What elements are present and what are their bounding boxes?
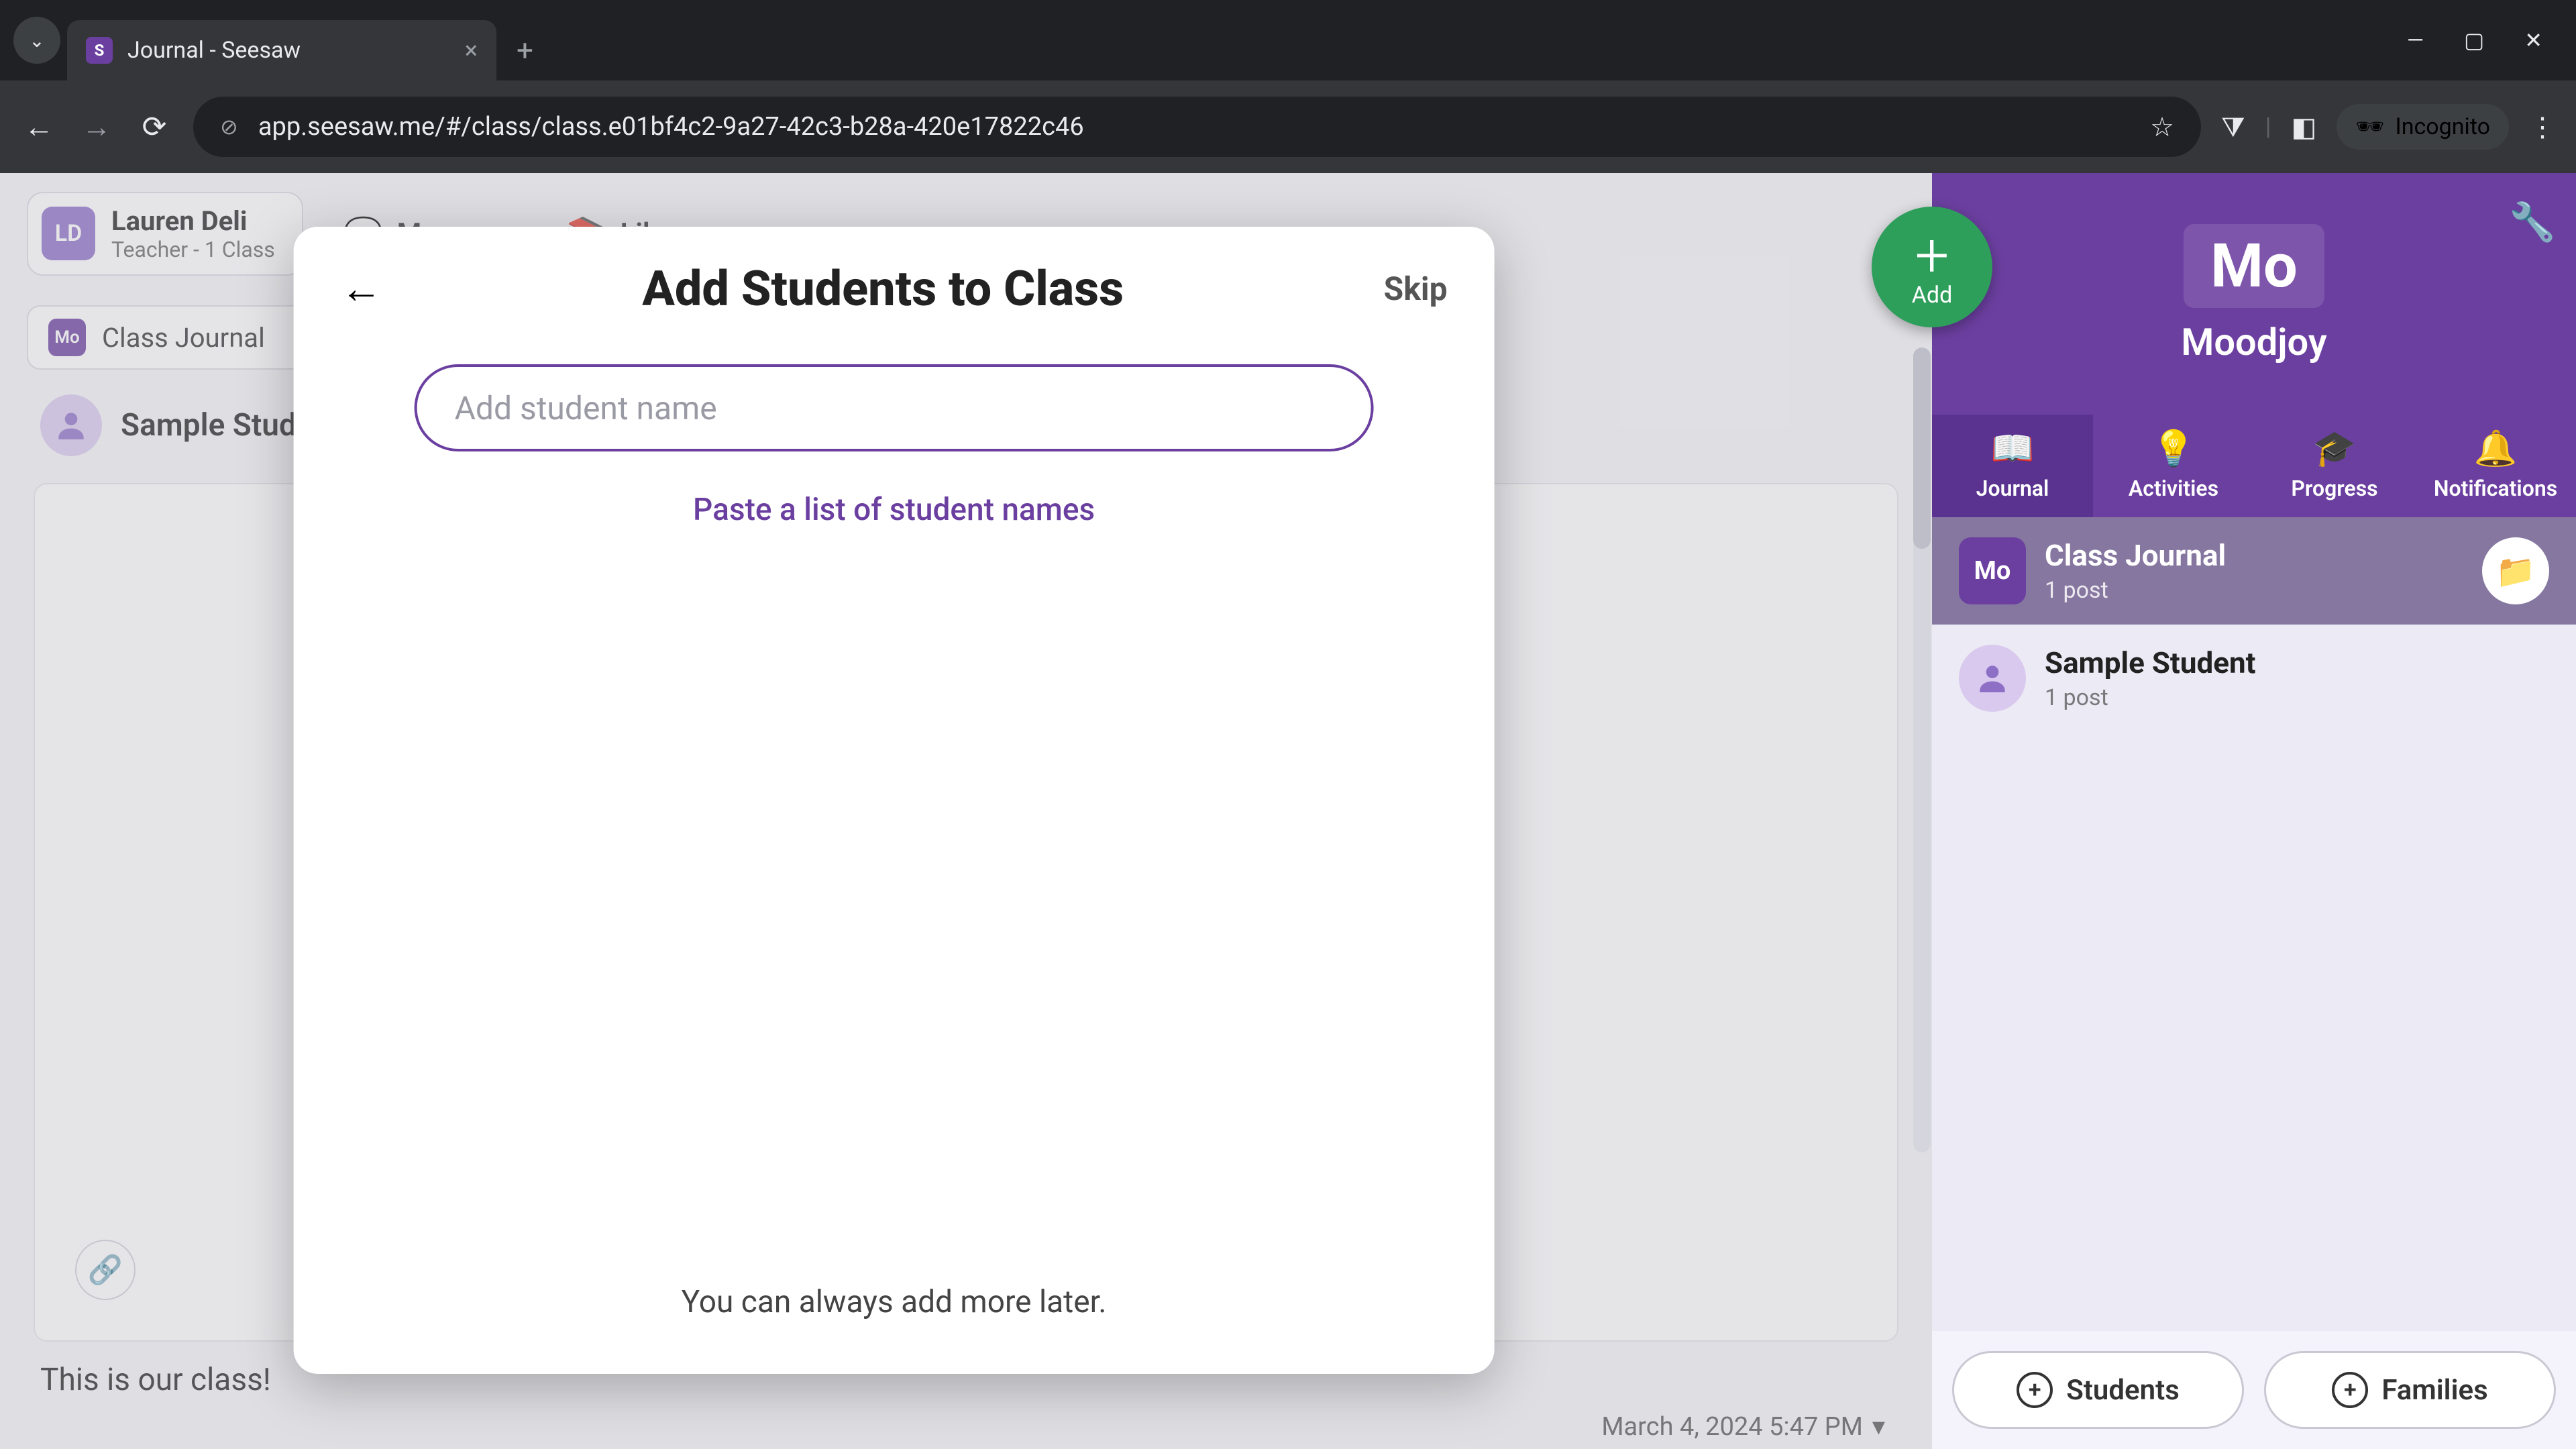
kebab-menu-icon[interactable]: ⋮ — [2529, 111, 2556, 143]
new-tab-button[interactable]: + — [517, 33, 533, 68]
side-panel-icon[interactable]: ◧ — [2292, 111, 2317, 143]
right-sidebar: + Add 🔧 Mo Moodjoy 📖 Journal 💡 Activitie… — [1932, 173, 2576, 1449]
add-button[interactable]: + Add — [1872, 207, 1992, 327]
tab-bar: ⌄ S Journal - Seesaw × + ― ▢ ✕ — [0, 0, 2576, 80]
sidebar-tabs: 📖 Journal 💡 Activities 🎓 Progress 🔔 Noti… — [1932, 415, 2576, 517]
settings-wrench-icon[interactable]: 🔧 — [2509, 200, 2556, 244]
families-button[interactable]: + Families — [2264, 1351, 2556, 1429]
maximize-icon[interactable]: ▢ — [2464, 28, 2484, 53]
tab-progress[interactable]: 🎓 Progress — [2254, 415, 2415, 517]
tab-activities[interactable]: 💡 Activities — [2093, 415, 2254, 517]
student-name-field-wrap — [415, 364, 1374, 451]
url-text: app.seesaw.me/#/class/class.e01bf4c2-9a2… — [258, 112, 2130, 142]
folder-icon[interactable]: 📁 — [2482, 537, 2549, 604]
address-bar: ← → ⟳ ⊘ app.seesaw.me/#/class/class.e01b… — [0, 80, 2576, 173]
paste-list-link[interactable]: Paste a list of student names — [341, 492, 1448, 528]
plus-circle-icon: + — [2017, 1372, 2053, 1408]
button-label: Families — [2381, 1374, 2487, 1407]
students-button[interactable]: + Students — [1952, 1351, 2244, 1429]
favicon-letter: S — [95, 41, 105, 60]
add-students-modal: ← Add Students to Class Skip Paste a lis… — [294, 227, 1495, 1374]
bookmark-star-icon[interactable]: ☆ — [2150, 111, 2174, 143]
tab-label: Journal — [1976, 476, 2049, 501]
student-avatar-icon — [1959, 645, 2026, 712]
modal-footer-note: You can always add more later. — [341, 1284, 1448, 1340]
back-arrow-icon[interactable]: ← — [341, 264, 382, 313]
plus-icon: + — [1915, 225, 1949, 286]
class-header: + Add 🔧 Mo Moodjoy — [1932, 173, 2576, 415]
forward-button[interactable]: → — [78, 109, 115, 144]
class-badge-icon: Mo — [1959, 537, 2026, 604]
sidebar-item-texts: Class Journal 1 post — [2045, 538, 2463, 604]
badge-text: Mo — [1974, 556, 2011, 586]
tab-label: Activities — [2129, 476, 2218, 501]
favicon-icon: S — [86, 37, 113, 64]
browser-chrome: ⌄ S Journal - Seesaw × + ― ▢ ✕ ← → ⟳ ⊘ a… — [0, 0, 2576, 173]
incognito-icon: 🕶 — [2355, 113, 2384, 140]
tab-label: Notifications — [2434, 476, 2557, 501]
tab-label: Progress — [2291, 476, 2377, 501]
plus-circle-icon: + — [2332, 1372, 2368, 1408]
sidebar-item-sub: 1 post — [2045, 577, 2463, 604]
minimize-icon[interactable]: ― — [2407, 28, 2424, 53]
journal-icon: 📖 — [1991, 428, 2035, 469]
lightbulb-icon: 💡 — [2152, 428, 2196, 469]
tab-search-dropdown[interactable]: ⌄ — [13, 17, 60, 64]
class-avatar-badge[interactable]: Mo — [2184, 224, 2324, 308]
incognito-label: Incognito — [2395, 113, 2490, 140]
graduation-cap-icon: 🎓 — [2313, 428, 2357, 469]
back-button[interactable]: ← — [20, 109, 58, 144]
separator: | — [2265, 113, 2271, 141]
close-window-icon[interactable]: ✕ — [2524, 28, 2542, 53]
url-box[interactable]: ⊘ app.seesaw.me/#/class/class.e01bf4c2-9… — [193, 97, 2201, 157]
reload-button[interactable]: ⟳ — [136, 109, 173, 144]
incognito-indicator[interactable]: 🕶 Incognito — [2337, 104, 2509, 150]
modal-title: Add Students to Class — [642, 260, 1124, 317]
app-main: LD Lauren Deli Teacher - 1 Class 💬 Messa… — [0, 173, 1932, 1449]
sidebar-item-sub: 1 post — [2045, 684, 2549, 711]
student-name-input[interactable] — [415, 364, 1374, 451]
chevron-down-icon: ⌄ — [29, 30, 44, 52]
class-avatar-text: Mo — [2210, 231, 2298, 301]
tab-title: Journal - Seesaw — [127, 37, 450, 64]
bell-icon: 🔔 — [2474, 428, 2518, 469]
sidebar-item-student[interactable]: Sample Student 1 post — [1932, 625, 2576, 732]
sidebar-item-title: Class Journal — [2045, 538, 2463, 573]
site-info-icon[interactable]: ⊘ — [220, 114, 238, 140]
tab-notifications[interactable]: 🔔 Notifications — [2415, 415, 2576, 517]
skip-button[interactable]: Skip — [1384, 270, 1448, 308]
class-name: Moodjoy — [2181, 320, 2326, 364]
close-tab-icon[interactable]: × — [465, 36, 478, 64]
button-label: Students — [2066, 1374, 2180, 1407]
app-root: LD Lauren Deli Teacher - 1 Class 💬 Messa… — [0, 173, 2576, 1449]
extensions-icon[interactable]: ⧩ — [2221, 111, 2245, 143]
add-label: Add — [1912, 282, 1953, 309]
modal-header: ← Add Students to Class Skip — [341, 260, 1448, 317]
window-controls: ― ▢ ✕ — [2407, 28, 2563, 53]
browser-tab[interactable]: S Journal - Seesaw × — [67, 20, 496, 80]
sidebar-footer: + Students + Families — [1932, 1331, 2576, 1449]
tab-journal[interactable]: 📖 Journal — [1932, 415, 2093, 517]
sidebar-item-title: Sample Student — [2045, 645, 2549, 680]
sidebar-list: Mo Class Journal 1 post 📁 Sample Student… — [1932, 517, 2576, 1331]
sidebar-item-texts: Sample Student 1 post — [2045, 645, 2549, 711]
sidebar-item-class-journal[interactable]: Mo Class Journal 1 post 📁 — [1932, 517, 2576, 625]
